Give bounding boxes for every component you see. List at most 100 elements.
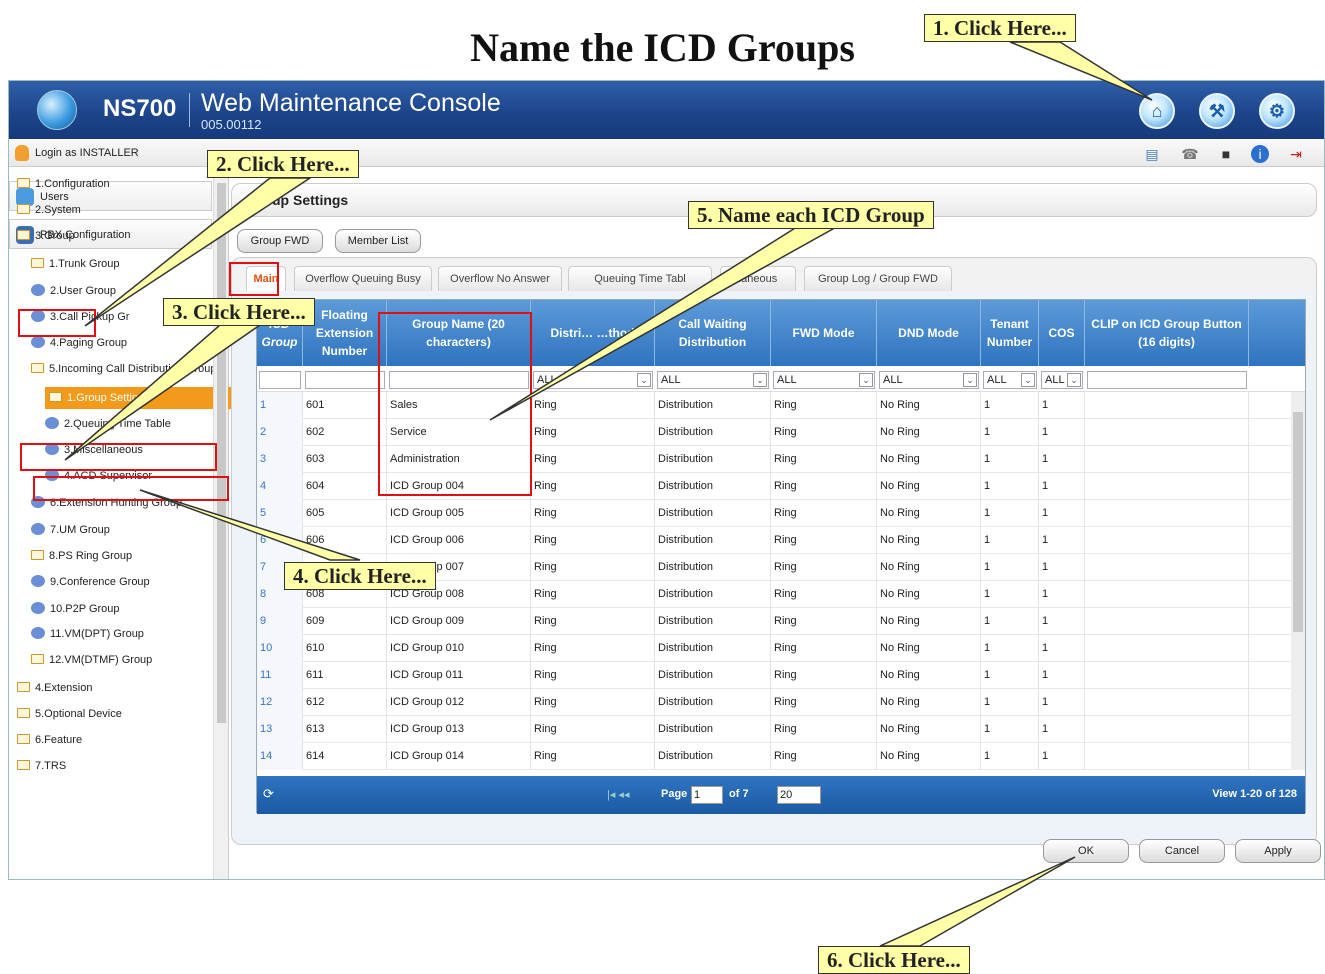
chevron-down-icon[interactable]: ⌄	[1067, 373, 1081, 387]
column-filter[interactable]: ALL ⌄	[657, 371, 769, 389]
cancel-button[interactable]: Cancel	[1139, 839, 1225, 863]
column-filter[interactable]: ALL ⌄	[879, 371, 979, 389]
tree-item-9[interactable]: 1.Group Settings	[45, 387, 231, 409]
ok-button[interactable]: OK	[1043, 839, 1129, 863]
gear-icon[interactable]: ⚙	[1259, 93, 1295, 129]
table-scrollbar[interactable]	[1291, 392, 1305, 770]
info-icon[interactable]: i	[1251, 145, 1269, 163]
tree-item-10[interactable]: 2.Queuing Time Table	[45, 413, 171, 435]
refresh-icon[interactable]: ⟳	[263, 786, 274, 802]
tree-item-4[interactable]: 1.Trunk Group	[31, 253, 120, 275]
column-header[interactable]: FWD Mode	[771, 300, 877, 366]
column-filter[interactable]: ALL ⌄	[533, 371, 653, 389]
save-icon[interactable]: ■	[1217, 145, 1235, 163]
chevron-down-icon[interactable]: ⌄	[753, 373, 767, 387]
column-header[interactable]: Floating Extension Number	[303, 300, 387, 366]
clip-cell[interactable]	[1085, 662, 1249, 689]
clip-cell[interactable]	[1085, 581, 1249, 608]
sidebar-scrollbar[interactable]	[213, 167, 228, 879]
tree-item-19[interactable]: 12.VM(DTMF) Group	[31, 649, 152, 671]
tab-3[interactable]: Overflow No Answer	[438, 266, 562, 292]
first-prev-icon[interactable]: |◂ ◂◂	[607, 788, 629, 801]
clip-cell[interactable]	[1085, 716, 1249, 743]
chevron-down-icon[interactable]: ⌄	[1021, 373, 1035, 387]
table-row[interactable]: 5 605 ICD Group 005 Ring Distribution Ring No …	[257, 500, 1291, 527]
chevron-down-icon[interactable]: ⌄	[963, 373, 977, 387]
logout-icon[interactable]: ⇥	[1287, 145, 1305, 163]
tree-item-7[interactable]: 4.Paging Group	[31, 332, 127, 354]
clip-cell[interactable]	[1085, 635, 1249, 662]
table-row[interactable]: 4 604 ICD Group 004 Ring Distribution Ring No …	[257, 473, 1291, 500]
pager-size-select[interactable]: 20	[777, 786, 821, 804]
group-fwd-button[interactable]: Group FWD	[237, 229, 323, 253]
clip-cell[interactable]	[1085, 419, 1249, 446]
table-row[interactable]: 9 609 ICD Group 009 Ring Distribution Ring No …	[257, 608, 1291, 635]
tree-item-15[interactable]: 8.PS Ring Group	[31, 545, 132, 567]
tree-item-13[interactable]: 6.Extension Hunting Group	[31, 492, 182, 514]
table-row[interactable]: 12 612 ICD Group 012 Ring Distribution Ring No…	[257, 689, 1291, 716]
tree-item-17[interactable]: 10.P2P Group	[31, 598, 120, 620]
column-filter[interactable]: ALL ⌄	[1041, 371, 1083, 389]
column-header[interactable]: Group Name (20 characters)	[387, 300, 531, 366]
tree-item-11[interactable]: 3.Miscellaneous	[45, 439, 143, 461]
table-scroll-thumb[interactable]	[1293, 412, 1303, 632]
clip-cell[interactable]	[1085, 608, 1249, 635]
report-icon[interactable]: ▤	[1143, 145, 1161, 163]
column-header[interactable]: DND Mode	[877, 300, 981, 366]
tree-item-6[interactable]: 3.Call Pickup Gr	[31, 306, 129, 328]
column-header[interactable]: Tenant Number	[981, 300, 1039, 366]
table-row[interactable]: 1 601 Sales Ring Distribution Ring No Ring 1 1	[257, 392, 1291, 419]
tree-item-23[interactable]: 7.TRS	[17, 755, 66, 777]
tree-item-5[interactable]: 2.User Group	[31, 280, 116, 302]
table-row[interactable]: 13 613 ICD Group 013 Ring Distribution Ring No…	[257, 716, 1291, 743]
column-header[interactable]: Distri… …thod	[531, 300, 655, 366]
tree-item-1[interactable]: 1.Configuration	[17, 173, 110, 195]
member-list-button[interactable]: Member List	[335, 229, 421, 253]
column-filter[interactable]	[389, 371, 529, 389]
table-row[interactable]: 6 606 ICD Group 006 Ring Distribution Ring No …	[257, 527, 1291, 554]
tree-item-16[interactable]: 9.Conference Group	[31, 571, 150, 593]
clip-cell[interactable]	[1085, 743, 1249, 770]
tab-4[interactable]: Queuing Time Tabl	[568, 266, 712, 292]
pager-page-input[interactable]: 1	[691, 786, 723, 804]
column-filter[interactable]: ALL ⌄	[773, 371, 875, 389]
table-row[interactable]: 11 611 ICD Group 011 Ring Distribution Ring No…	[257, 662, 1291, 689]
column-header[interactable]: COS	[1039, 300, 1085, 366]
tree-item-20[interactable]: 4.Extension	[17, 677, 92, 699]
table-row[interactable]: 14 614 ICD Group 014 Ring Distribution Ring No…	[257, 743, 1291, 770]
chevron-down-icon[interactable]: ⌄	[637, 373, 651, 387]
column-filter[interactable]	[1087, 371, 1247, 389]
tree-item-14[interactable]: 7.UM Group	[31, 519, 110, 541]
tree-item-21[interactable]: 5.Optional Device	[17, 703, 122, 725]
tree-item-12[interactable]: 4.ACD Supervisor	[45, 465, 152, 487]
tree-item-3[interactable]: 3.Group	[17, 225, 75, 247]
sidebar-scroll-thumb[interactable]	[217, 183, 226, 723]
tab-5[interactable]: laneous	[720, 266, 796, 292]
clip-cell[interactable]	[1085, 689, 1249, 716]
clip-cell[interactable]	[1085, 473, 1249, 500]
column-filter[interactable]	[305, 371, 385, 389]
tree-item-22[interactable]: 6.Feature	[17, 729, 82, 751]
wrench-icon[interactable]: ⚒	[1199, 93, 1235, 129]
tab-2[interactable]: Overflow Queuing Busy	[294, 266, 432, 292]
chevron-down-icon[interactable]: ⌄	[859, 373, 873, 387]
tree-item-18[interactable]: 11.VM(DPT) Group	[31, 623, 144, 645]
tab-6[interactable]: Group Log / Group FWD	[804, 266, 952, 292]
table-row[interactable]: 2 602 Service Ring Distribution Ring No Ring 1 1	[257, 419, 1291, 446]
tab-1[interactable]: Main	[246, 266, 286, 292]
table-row[interactable]: 3 603 Administration Ring Distribution Ring No…	[257, 446, 1291, 473]
clip-cell[interactable]	[1085, 446, 1249, 473]
column-header[interactable]: CLIP on ICD Group Button (16 digits)	[1085, 300, 1249, 366]
phone-icon[interactable]: ☎	[1181, 145, 1199, 163]
column-filter[interactable]: ALL ⌄	[983, 371, 1037, 389]
clip-cell[interactable]	[1085, 392, 1249, 419]
tree-item-8[interactable]: 5.Incoming Call Distribution Group	[31, 358, 217, 380]
home-icon[interactable]: ⌂	[1139, 93, 1175, 129]
clip-cell[interactable]	[1085, 500, 1249, 527]
tree-item-2[interactable]: 2.System	[17, 199, 81, 221]
table-row[interactable]: 10 610 ICD Group 010 Ring Distribution Ring No…	[257, 635, 1291, 662]
clip-cell[interactable]	[1085, 527, 1249, 554]
column-filter[interactable]	[259, 371, 301, 389]
apply-button[interactable]: Apply	[1235, 839, 1321, 863]
clip-cell[interactable]	[1085, 554, 1249, 581]
